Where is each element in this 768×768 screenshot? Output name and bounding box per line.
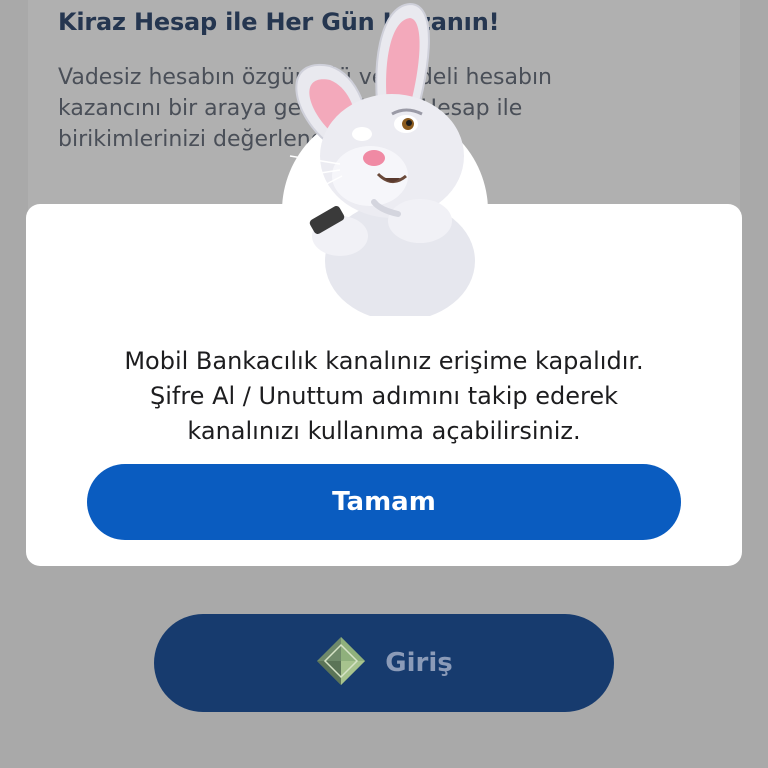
login-button[interactable]: Giriş	[154, 614, 614, 712]
diamond-logo-icon	[315, 635, 367, 691]
ok-button[interactable]: Tamam	[87, 464, 681, 540]
dialog-message-line: Şifre Al / Unuttum adımını takip ederek	[149, 382, 619, 410]
rabbit-mascot-icon	[287, 2, 475, 316]
login-button-label: Giriş	[385, 648, 453, 678]
dialog-message: Mobil Bankacılık kanalınız erişime kapal…	[26, 344, 742, 449]
dialog-message-line: kanalınızı kullanıma açabilirsiniz.	[187, 417, 581, 445]
dialog-message-line: Mobil Bankacılık kanalınız erişime kapal…	[124, 347, 644, 375]
